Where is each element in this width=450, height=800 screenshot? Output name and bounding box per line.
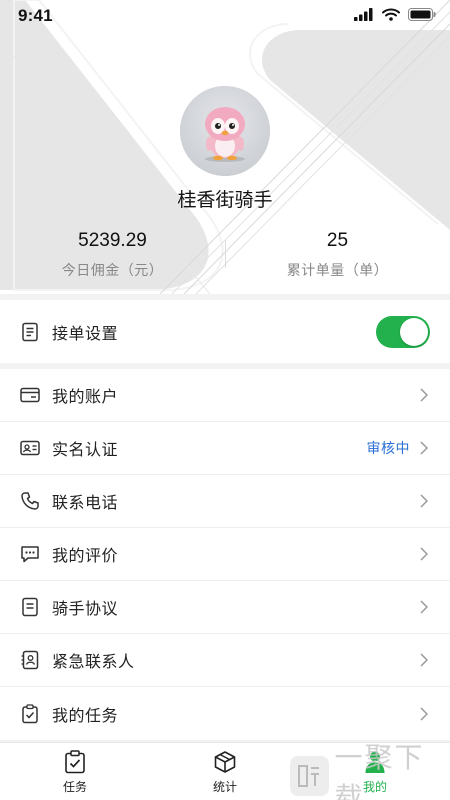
box-icon [212, 749, 238, 775]
stat-orders: 25 累计单量（单） [225, 228, 450, 280]
stat-commission-label: 今日佣金（元） [61, 262, 164, 278]
menu-item-label: 我的任务 [52, 707, 119, 725]
battery-icon [408, 8, 436, 21]
menu-item-phone[interactable]: 联系电话 [0, 475, 450, 528]
stat-commission: 5239.29 今日佣金（元） [0, 228, 225, 280]
watermark-text: 一聚下载 [334, 742, 425, 800]
penguin-avatar-icon [180, 86, 270, 176]
order-setting-toggle[interactable] [376, 315, 430, 348]
watermark-logo-icon [290, 756, 329, 796]
toggle-knob [400, 317, 428, 346]
chevron-right-icon [418, 599, 430, 615]
chevron-right-icon [418, 546, 430, 562]
stat-orders-value: 25 [326, 230, 349, 251]
chevron-right-icon [418, 706, 430, 722]
tab-label: 任务 [62, 780, 87, 794]
menu-item-label: 我的账户 [52, 389, 119, 406]
clipboard-icon [20, 703, 40, 724]
chevron-right-icon [418, 440, 430, 456]
list-doc-icon [20, 322, 40, 342]
menu-item-label: 联系电话 [52, 495, 119, 512]
contact-icon [20, 650, 40, 670]
wifi-icon [382, 8, 400, 21]
menu-item-account[interactable]: 我的账户 [0, 369, 450, 422]
chevron-right-icon [418, 387, 430, 403]
menu-item-verification[interactable]: 实名认证 审核中 [0, 422, 450, 475]
system-icons [354, 8, 436, 21]
stat-commission-value: 5239.29 [78, 230, 147, 251]
document-icon [20, 597, 40, 617]
avatar[interactable] [180, 86, 270, 176]
id-card-icon [20, 438, 40, 458]
clipboard-check-icon [62, 749, 88, 775]
menu-item-label: 实名认证 [52, 442, 119, 459]
menu-item-label: 我的评价 [52, 548, 119, 565]
tab-label: 统计 [212, 780, 237, 794]
wallet-icon [20, 385, 40, 405]
menu-list: 我的账户 实名认证 审核中 联系电话 我的评价 骑手协议 紧急联系人 我的任务 [0, 369, 450, 740]
order-setting-row: 接单设置 [0, 300, 450, 363]
stat-orders-label: 累计单量（单） [286, 262, 389, 278]
status-bar: 9:41 [0, 0, 450, 32]
menu-item-tasks[interactable]: 我的任务 [0, 687, 450, 740]
username: 桂香街骑手 [177, 190, 273, 211]
order-setting-label: 接单设置 [52, 325, 119, 343]
menu-item-reviews[interactable]: 我的评价 [0, 528, 450, 581]
menu-item-label: 骑手协议 [52, 601, 119, 618]
chevron-right-icon [418, 493, 430, 509]
watermark: 一聚下载 [290, 742, 450, 800]
order-setting-section: 接单设置 [0, 300, 450, 363]
menu-item-agreement[interactable]: 骑手协议 [0, 581, 450, 634]
tab-tasks[interactable]: 任务 [0, 743, 150, 800]
tab-statistics[interactable]: 统计 [150, 743, 300, 800]
comment-icon [20, 544, 40, 564]
verification-status-badge: 审核中 [366, 440, 410, 456]
menu-item-label: 紧急联系人 [52, 654, 135, 671]
menu-item-emergency-contact[interactable]: 紧急联系人 [0, 634, 450, 687]
signal-icon [354, 8, 373, 21]
status-time: 9:41 [18, 6, 53, 25]
phone-icon [20, 491, 40, 511]
chevron-right-icon [418, 652, 430, 668]
